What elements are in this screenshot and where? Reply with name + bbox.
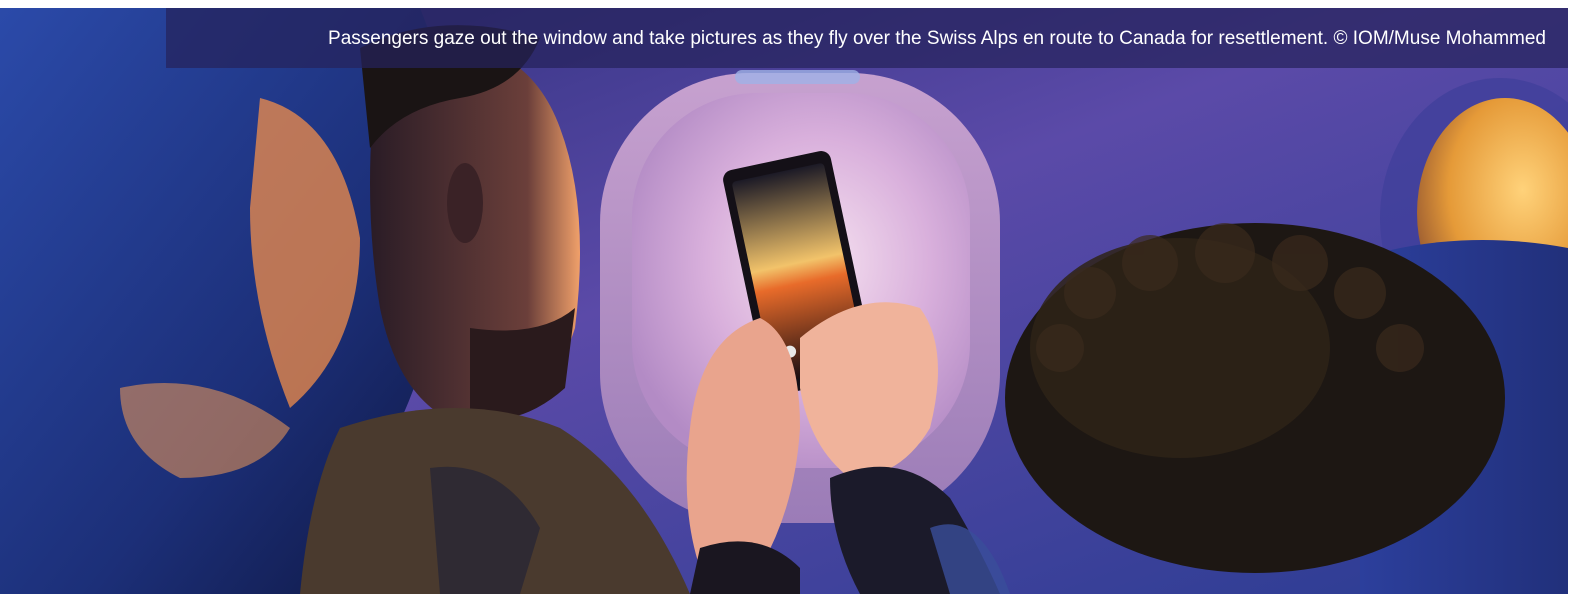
caption-bar: Passengers gaze out the window and take … [166, 8, 1568, 68]
right-white-strip [1568, 0, 1588, 594]
photo-caption: Passengers gaze out the window and take … [328, 27, 1546, 49]
window-shade-handle [735, 70, 860, 84]
airplane-window-photo [0, 8, 1568, 594]
hero-photo: Passengers gaze out the window and take … [0, 8, 1568, 594]
top-white-strip [0, 0, 1588, 8]
man-ear [447, 163, 483, 243]
